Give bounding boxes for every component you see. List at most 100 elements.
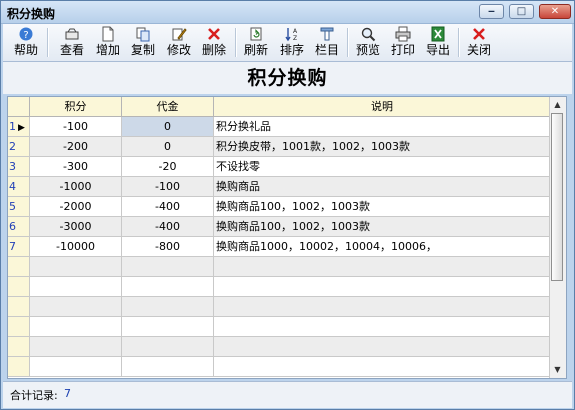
record-count-value: 7 xyxy=(64,387,71,400)
row-indicator[interactable] xyxy=(8,257,30,277)
row-indicator[interactable]: 3 xyxy=(8,157,30,177)
row-indicator[interactable]: 4 xyxy=(8,177,30,197)
cell-points[interactable]: -2000 xyxy=(30,197,122,217)
cell-points[interactable]: -3000 xyxy=(30,217,122,237)
row-number: 2 xyxy=(9,140,16,153)
export-button[interactable]: 导出 xyxy=(421,25,455,60)
cell-description[interactable]: 换购商品 xyxy=(214,177,551,197)
cell-cash[interactable]: -100 xyxy=(122,177,214,197)
row-indicator[interactable] xyxy=(8,337,30,357)
cell-points[interactable]: -300 xyxy=(30,157,122,177)
scroll-thumb[interactable] xyxy=(551,113,563,281)
cell-description[interactable]: 不设找零 xyxy=(214,157,551,177)
cell-cash[interactable]: -800 xyxy=(122,237,214,257)
delete-button[interactable]: 删除 xyxy=(197,25,231,60)
export-label: 导出 xyxy=(425,43,450,57)
row-indicator[interactable]: 7 xyxy=(8,237,30,257)
cell-points[interactable]: -10000 xyxy=(30,237,122,257)
cell-cash[interactable]: 0 xyxy=(122,137,214,157)
title-bar: 积分换购 ‒ □ ✕ xyxy=(1,1,574,24)
sort-icon: AZ xyxy=(285,28,298,42)
maximize-icon: □ xyxy=(516,6,527,17)
cell-points[interactable] xyxy=(30,257,122,277)
cell-points[interactable] xyxy=(30,297,122,317)
edit-icon xyxy=(172,28,187,41)
cell-description[interactable]: 换购商品100，1002，1003款 xyxy=(214,217,551,237)
copy-button[interactable]: 复制 xyxy=(126,25,160,60)
scroll-down-arrow-icon[interactable]: ▼ xyxy=(550,362,565,378)
cell-description[interactable]: 换购商品1000，10002，10004，10006， xyxy=(214,237,551,257)
print-button[interactable]: 打印 xyxy=(386,25,420,60)
row-indicator[interactable] xyxy=(8,297,30,317)
cell-cash[interactable] xyxy=(122,277,214,297)
columns-label: 栏目 xyxy=(314,43,339,57)
minimize-icon: ‒ xyxy=(488,6,495,17)
cell-cash[interactable] xyxy=(122,297,214,317)
cell-cash[interactable] xyxy=(122,357,214,377)
column-header-cash[interactable]: 代金 xyxy=(122,97,214,117)
refresh-label: 刷新 xyxy=(243,43,268,57)
cell-points[interactable]: -1000 xyxy=(30,177,122,197)
cell-cash[interactable]: 0 xyxy=(122,117,214,137)
excel-export-icon xyxy=(431,26,445,42)
cell-cash[interactable] xyxy=(122,317,214,337)
copy-label: 复制 xyxy=(130,43,155,57)
data-grid: 积分 代金 说明 1 ▶ -100 0 积分换礼品 2 -200 0 积分换皮带，1001款，1… xyxy=(7,96,567,379)
cell-points[interactable]: -100 xyxy=(30,117,122,137)
cell-cash[interactable]: -20 xyxy=(122,157,214,177)
columns-button[interactable]: 栏目 xyxy=(310,25,344,60)
current-row-pointer-icon: ▶ xyxy=(18,123,25,133)
cell-description[interactable] xyxy=(214,337,551,357)
page-title: 积分换购 xyxy=(3,62,572,94)
row-indicator[interactable] xyxy=(8,277,30,297)
row-indicator[interactable]: 6 xyxy=(8,217,30,237)
close-label: 关闭 xyxy=(466,43,491,57)
row-number: 1 xyxy=(9,120,16,133)
toolbar-divider xyxy=(458,28,460,57)
column-header-description[interactable]: 说明 xyxy=(214,97,551,117)
view-label: 查看 xyxy=(59,43,84,57)
svg-text:A: A xyxy=(293,28,298,35)
row-indicator[interactable]: 2 xyxy=(8,137,30,157)
scroll-up-arrow-icon[interactable]: ▲ xyxy=(550,97,565,113)
add-button[interactable]: 增加 xyxy=(91,25,125,60)
minimize-button[interactable]: ‒ xyxy=(479,4,504,19)
edit-button[interactable]: 修改 xyxy=(162,25,196,60)
cell-description[interactable] xyxy=(214,317,551,337)
view-button[interactable]: 查看 xyxy=(55,25,89,60)
cell-cash[interactable] xyxy=(122,337,214,357)
cell-points[interactable] xyxy=(30,317,122,337)
maximize-button[interactable]: □ xyxy=(509,4,534,19)
cell-description[interactable]: 换购商品100，1002，1003款 xyxy=(214,197,551,217)
cell-description[interactable] xyxy=(214,357,551,377)
cell-points[interactable] xyxy=(30,277,122,297)
cell-points[interactable] xyxy=(30,357,122,377)
app-window: 积分换购 ‒ □ ✕ ? 帮助 查看 增加 复制 修改 删除 刷新 A Z 排序… xyxy=(0,0,575,410)
cell-description[interactable] xyxy=(214,277,551,297)
row-indicator[interactable]: 1 ▶ xyxy=(8,117,30,137)
close-x-icon xyxy=(473,28,485,40)
row-indicator[interactable] xyxy=(8,357,30,377)
cell-cash[interactable] xyxy=(122,257,214,277)
vertical-scrollbar[interactable]: ▲ ▼ xyxy=(549,97,566,378)
refresh-button[interactable]: 刷新 xyxy=(239,25,273,60)
sort-label: 排序 xyxy=(279,43,304,57)
new-document-icon xyxy=(102,26,114,42)
cell-description[interactable]: 积分换皮带，1001款，1002，1003款 xyxy=(214,137,551,157)
help-button[interactable]: ? 帮助 xyxy=(9,25,43,60)
record-count-label: 合计记录: xyxy=(10,389,58,402)
cell-points[interactable]: -200 xyxy=(30,137,122,157)
sort-button[interactable]: AZ 排序 xyxy=(275,25,309,60)
cell-description[interactable] xyxy=(214,257,551,277)
row-indicator[interactable] xyxy=(8,317,30,337)
cell-description[interactable] xyxy=(214,297,551,317)
cell-cash[interactable]: -400 xyxy=(122,197,214,217)
cell-points[interactable] xyxy=(30,337,122,357)
close-button[interactable]: 关闭 xyxy=(462,25,496,60)
window-close-button[interactable]: ✕ xyxy=(539,4,571,19)
column-header-points[interactable]: 积分 xyxy=(30,97,122,117)
cell-description[interactable]: 积分换礼品 xyxy=(214,117,551,137)
row-indicator[interactable]: 5 xyxy=(8,197,30,217)
preview-button[interactable]: 预览 xyxy=(351,25,385,60)
cell-cash[interactable]: -400 xyxy=(122,217,214,237)
